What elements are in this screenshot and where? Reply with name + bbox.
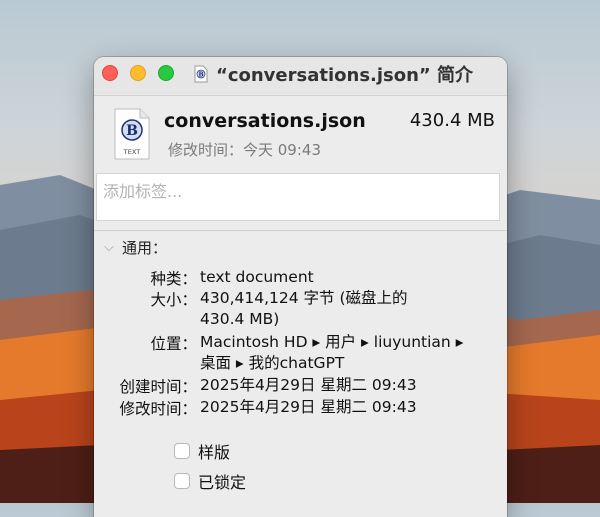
locked-option[interactable]: 已锁定 bbox=[174, 469, 246, 493]
title-bar[interactable]: B “conversations.json” 简介 bbox=[94, 57, 507, 96]
svg-text:B: B bbox=[198, 71, 203, 78]
document-icon: B bbox=[194, 65, 208, 83]
locked-checkbox[interactable] bbox=[174, 473, 190, 489]
location-value-line1: Macintosh HD ▸ 用户 ▸ liuyuntian ▸ bbox=[200, 333, 464, 351]
kind-label: 种类： bbox=[150, 270, 197, 288]
window-title: B “conversations.json” 简介 bbox=[194, 63, 474, 86]
kind-value: text document bbox=[200, 268, 314, 286]
location-value: Macintosh HD ▸ 用户 ▸ liuyuntian ▸ 桌面 ▸ 我的… bbox=[200, 332, 490, 374]
modified-summary: 修改时间：今天 09:43 bbox=[168, 141, 321, 159]
minimize-button[interactable] bbox=[130, 65, 146, 81]
general-section-label: 通用： bbox=[122, 239, 168, 257]
location-value-line2: 桌面 ▸ 我的chatGPT bbox=[200, 354, 345, 372]
size-value-line2: 430.4 MB) bbox=[200, 310, 280, 328]
close-button[interactable] bbox=[102, 65, 118, 81]
text-document-icon: B TEXT bbox=[114, 108, 150, 160]
window-title-text: “conversations.json” 简介 bbox=[216, 65, 474, 86]
locked-label: 已锁定 bbox=[198, 473, 247, 492]
svg-text:B: B bbox=[126, 123, 138, 139]
created-label: 创建时间： bbox=[119, 378, 197, 396]
file-name: conversations.json bbox=[164, 110, 366, 132]
location-label: 位置： bbox=[150, 335, 197, 353]
chevron-down-icon[interactable]: ⌵ bbox=[104, 241, 116, 254]
created-value: 2025年4月29日 星期二 09:43 bbox=[200, 376, 417, 394]
tags-input[interactable]: 添加标签... bbox=[96, 173, 500, 221]
section-divider bbox=[94, 230, 507, 231]
stationery-pad-option[interactable]: 样版 bbox=[174, 439, 230, 463]
icon-type-label: TEXT bbox=[123, 148, 140, 156]
stationery-pad-checkbox[interactable] bbox=[174, 443, 190, 459]
size-value-line1: 430,414,124 字节 (磁盘上的 bbox=[200, 289, 408, 307]
general-section-header[interactable]: ⌵ 通用： bbox=[104, 237, 167, 258]
size-label: 大小： bbox=[150, 291, 197, 309]
stationery-pad-label: 样版 bbox=[198, 443, 231, 462]
file-header: B TEXT conversations.json 430.4 MB 修改时间：… bbox=[94, 96, 507, 172]
size-value: 430,414,124 字节 (磁盘上的 430.4 MB) bbox=[200, 288, 490, 330]
modified-value: 2025年4月29日 星期二 09:43 bbox=[200, 398, 417, 416]
modified-label: 修改时间： bbox=[119, 400, 197, 418]
tags-placeholder: 添加标签... bbox=[103, 182, 183, 201]
zoom-button[interactable] bbox=[158, 65, 174, 81]
file-size: 430.4 MB bbox=[409, 110, 495, 131]
get-info-window: B “conversations.json” 简介 B TEXT convers… bbox=[94, 57, 507, 517]
